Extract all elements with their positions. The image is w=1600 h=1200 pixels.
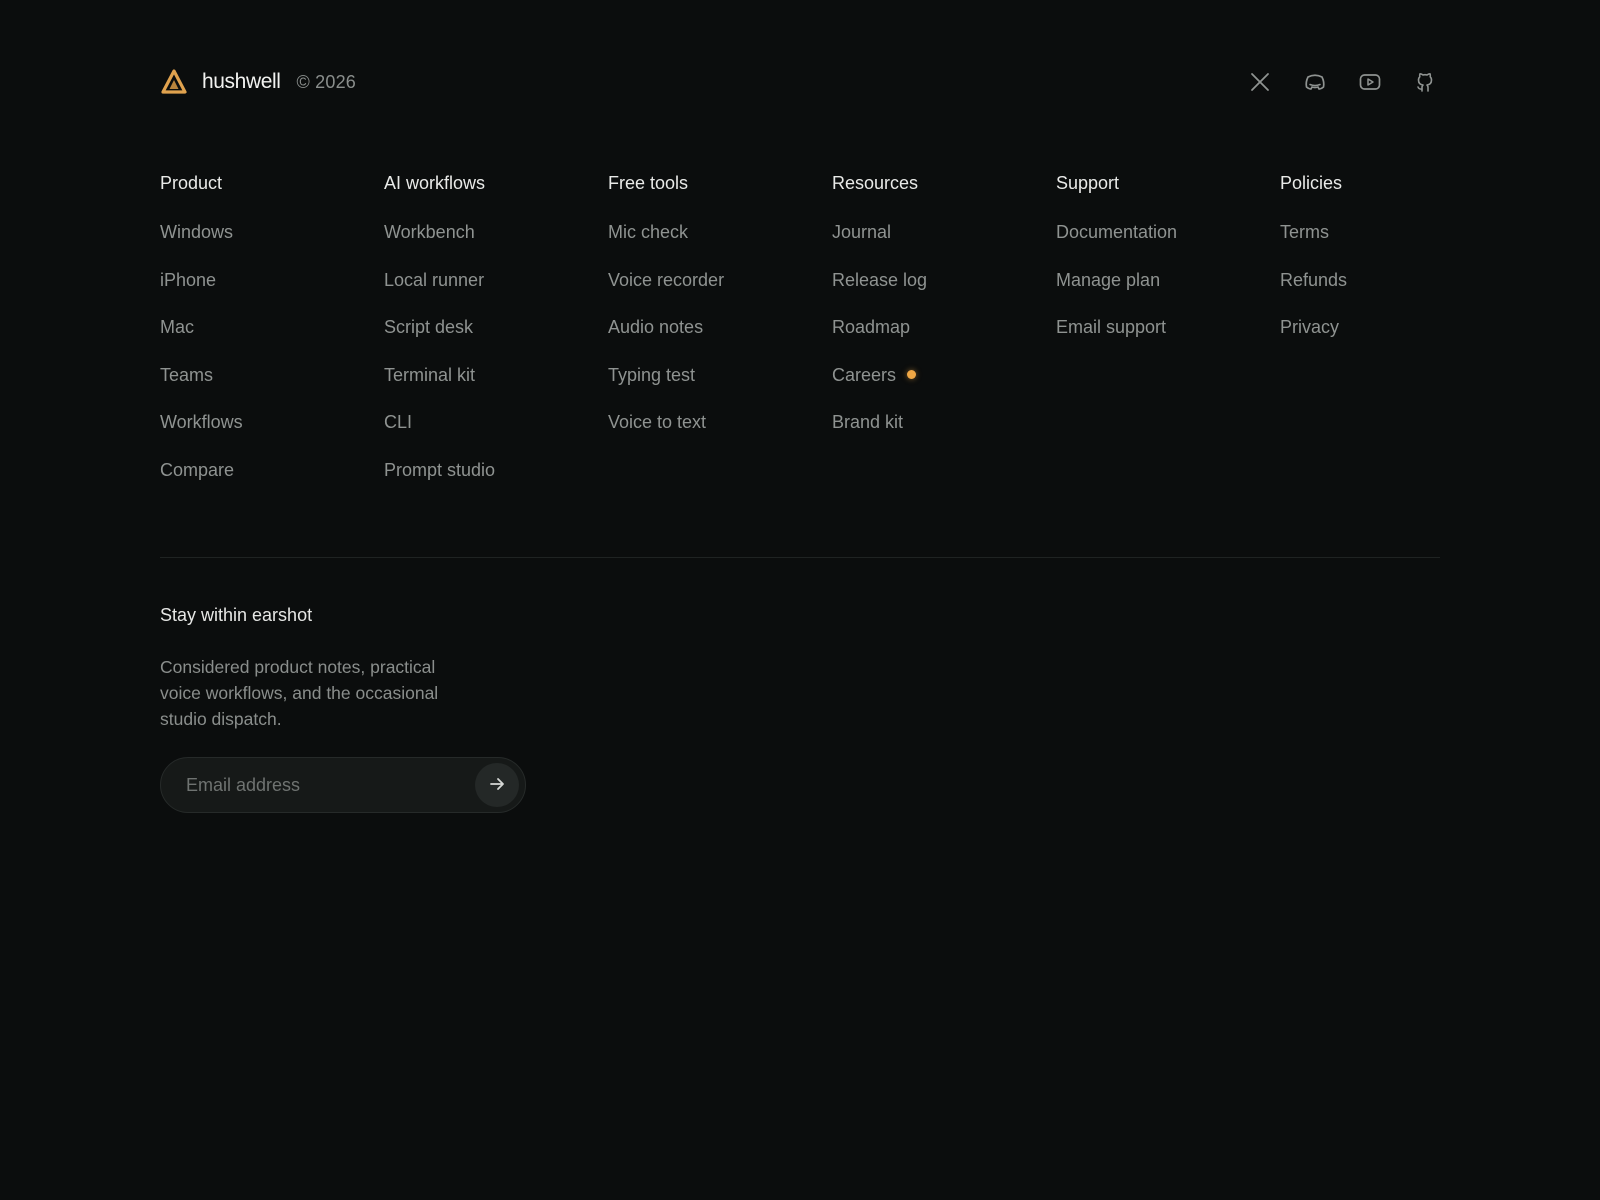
triangle-logo-icon[interactable] xyxy=(160,68,188,96)
column-title: Resources xyxy=(832,173,919,193)
link-cli[interactable]: CLI xyxy=(384,411,412,433)
brand: hushwell © 2026 xyxy=(160,68,356,96)
link-brand-kit[interactable]: Brand kit xyxy=(832,411,903,433)
footer-topbar: hushwell © 2026 xyxy=(160,62,1440,102)
x-icon[interactable] xyxy=(1247,69,1273,95)
link-prompt-studio[interactable]: Prompt studio xyxy=(384,459,495,481)
newsletter-title: Stay within earshot xyxy=(160,605,313,625)
column-free-tools: Free tools Mic check Voice recorder Audi… xyxy=(608,172,832,507)
link-iphone[interactable]: iPhone xyxy=(160,269,216,291)
link-journal[interactable]: Journal xyxy=(832,221,891,243)
link-teams[interactable]: Teams xyxy=(160,364,213,386)
link-manage-plan[interactable]: Manage plan xyxy=(1056,269,1160,291)
column-title: Product xyxy=(160,173,223,193)
arrow-right-icon xyxy=(488,775,506,796)
link-typing-test[interactable]: Typing test xyxy=(608,364,695,386)
newsletter-description: Considered product notes, practical voic… xyxy=(160,657,439,729)
link-audio-notes[interactable]: Audio notes xyxy=(608,316,703,338)
link-careers-label: Careers xyxy=(832,364,897,385)
brand-name[interactable]: hushwell xyxy=(202,70,281,94)
newsletter-signup: Stay within earshot Considered product n… xyxy=(160,604,540,813)
column-title: Support xyxy=(1056,173,1120,193)
link-workbench[interactable]: Workbench xyxy=(384,221,475,243)
link-voice-to-text[interactable]: Voice to text xyxy=(608,411,706,433)
link-roadmap[interactable]: Roadmap xyxy=(832,316,910,338)
email-input[interactable] xyxy=(184,773,475,797)
social-links xyxy=(1247,69,1438,95)
footer-divider xyxy=(160,557,1440,558)
github-icon[interactable] xyxy=(1412,69,1438,95)
link-terminal-kit[interactable]: Terminal kit xyxy=(384,364,475,386)
link-voice-recorder[interactable]: Voice recorder xyxy=(608,269,724,291)
column-support: Support Documentation Manage plan Email … xyxy=(1056,172,1280,507)
link-compare[interactable]: Compare xyxy=(160,459,234,481)
link-workflows[interactable]: Workflows xyxy=(160,411,243,433)
link-email-support[interactable]: Email support xyxy=(1056,316,1166,338)
link-careers[interactable]: Careers xyxy=(832,364,917,386)
column-ai-workflows: AI workflows Workbench Local runner Scri… xyxy=(384,172,608,507)
column-title: Policies xyxy=(1280,173,1343,193)
copyright-text: © 2026 xyxy=(296,71,357,92)
link-windows[interactable]: Windows xyxy=(160,221,233,243)
subscribe-button[interactable] xyxy=(475,763,519,807)
link-mic-check[interactable]: Mic check xyxy=(608,221,688,243)
discord-icon[interactable] xyxy=(1302,69,1328,95)
link-script-desk[interactable]: Script desk xyxy=(384,316,473,338)
footer-link-columns: Product Windows iPhone Mac Teams Workflo… xyxy=(160,172,1440,507)
column-product: Product Windows iPhone Mac Teams Workflo… xyxy=(160,172,384,507)
link-release-log[interactable]: Release log xyxy=(832,269,927,291)
link-documentation[interactable]: Documentation xyxy=(1056,221,1177,243)
site-footer: hushwell © 2026 Product Windows iPhone M… xyxy=(0,0,1600,1200)
link-privacy[interactable]: Privacy xyxy=(1280,316,1339,338)
link-refunds[interactable]: Refunds xyxy=(1280,269,1347,291)
hiring-indicator-dot xyxy=(907,370,917,380)
column-resources: Resources Journal Release log Roadmap Ca… xyxy=(832,172,1056,507)
link-mac[interactable]: Mac xyxy=(160,316,194,338)
link-local-runner[interactable]: Local runner xyxy=(384,269,484,291)
newsletter-form xyxy=(160,757,526,813)
column-title: Free tools xyxy=(608,173,689,193)
column-title: AI workflows xyxy=(384,173,486,193)
column-policies: Policies Terms Refunds Privacy xyxy=(1280,172,1504,507)
youtube-icon[interactable] xyxy=(1357,69,1383,95)
link-terms[interactable]: Terms xyxy=(1280,221,1329,243)
